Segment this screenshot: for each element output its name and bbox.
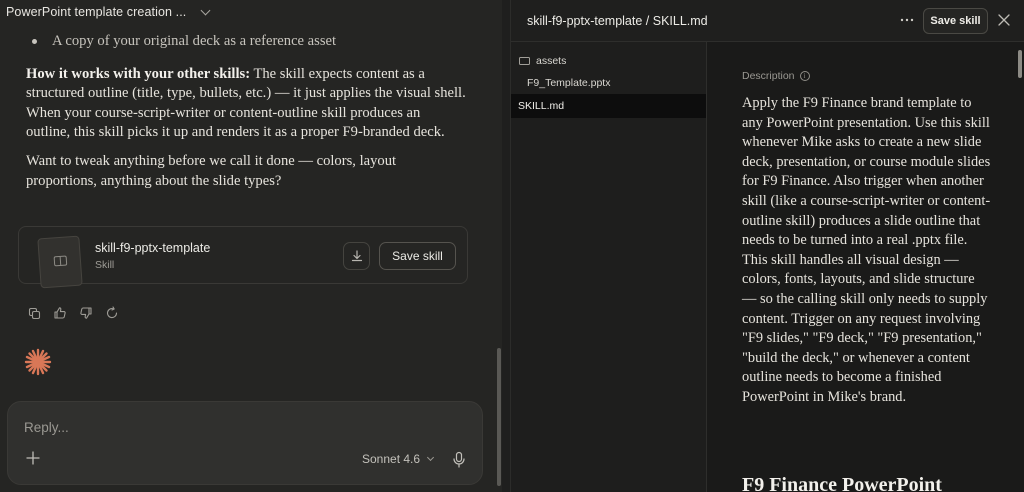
file-tree: assets F9_Template.pptx SKILL.md	[511, 42, 707, 492]
skill-attachment-card[interactable]: skill-f9-pptx-template Skill Save skill	[18, 226, 468, 289]
tree-file-skill-md[interactable]: SKILL.md	[511, 94, 706, 118]
download-icon	[351, 250, 362, 262]
microphone-button[interactable]	[452, 451, 466, 469]
conversation-title-bar[interactable]: PowerPoint template creation ...	[0, 0, 502, 24]
save-skill-button[interactable]: Save skill	[923, 8, 988, 34]
conversation-title[interactable]: PowerPoint template creation ...	[6, 5, 186, 19]
model-name: Sonnet 4.6	[362, 452, 421, 466]
tree-item-label: SKILL.md	[518, 100, 565, 112]
chat-pane: PowerPoint template creation ... A copy …	[0, 0, 502, 492]
file-content: Description i Apply the F9 Finance brand…	[708, 42, 1015, 492]
skill-type-label: Skill	[95, 259, 115, 271]
chat-scrollbar-thumb[interactable]	[497, 348, 501, 486]
claude-spark-icon	[24, 348, 52, 376]
tree-item-label: assets	[536, 55, 567, 67]
add-attachment-button[interactable]	[24, 450, 42, 468]
book-icon	[53, 255, 68, 267]
folder-icon	[519, 57, 530, 65]
microphone-icon	[453, 451, 465, 468]
chevron-down-icon[interactable]	[200, 5, 211, 15]
message-paragraph: Want to tweak anything before we call it…	[26, 152, 397, 189]
skill-name: skill-f9-pptx-template	[95, 241, 211, 255]
thumbs-up-icon[interactable]	[52, 305, 68, 321]
panel-header: skill-f9-pptx-template / SKILL.md Save s…	[511, 0, 1024, 42]
tree-folder-assets[interactable]: assets	[511, 49, 706, 73]
panel-scrollbar-thumb[interactable]	[1018, 50, 1022, 78]
skill-thumbnail	[37, 235, 83, 289]
save-skill-button[interactable]: Save skill	[379, 242, 456, 270]
tree-file-template[interactable]: F9_Template.pptx	[511, 71, 706, 95]
download-button[interactable]	[343, 242, 370, 270]
close-icon	[998, 14, 1010, 26]
plus-icon	[26, 451, 40, 465]
description-label: Description i	[742, 70, 810, 82]
bullet-dot	[32, 39, 37, 45]
thumbs-down-icon[interactable]	[78, 305, 94, 321]
more-options-button[interactable]	[899, 12, 917, 30]
list-item-text: A copy of your original deck as a refere…	[52, 33, 337, 49]
reply-input[interactable]	[24, 420, 444, 435]
list-item: A copy of your original deck as a refere…	[32, 32, 466, 52]
info-icon[interactable]: i	[799, 71, 810, 81]
reply-composer: Sonnet 4.6	[7, 401, 483, 485]
file-breadcrumb: skill-f9-pptx-template / SKILL.md	[527, 14, 708, 28]
retry-icon[interactable]	[104, 305, 120, 321]
description-text: Apply the F9 Finance brand template to a…	[742, 95, 991, 405]
description-label-text: Description	[742, 70, 795, 82]
close-button[interactable]	[997, 13, 1011, 27]
skill-file-panel: skill-f9-pptx-template / SKILL.md Save s…	[510, 0, 1024, 492]
chevron-down-icon	[427, 453, 435, 462]
tree-item-label: F9_Template.pptx	[527, 77, 611, 89]
model-selector[interactable]: Sonnet 4.6	[362, 452, 435, 466]
more-icon	[900, 18, 914, 22]
document-heading: F9 Finance PowerPoint	[742, 474, 942, 492]
assistant-message: A copy of your original deck as a refere…	[26, 32, 466, 191]
message-paragraph: How it works with your other skills: The…	[26, 65, 466, 143]
paragraph-bold-lead: How it works with your other skills:	[26, 65, 251, 82]
message-actions	[26, 305, 120, 321]
copy-icon[interactable]	[26, 305, 42, 321]
